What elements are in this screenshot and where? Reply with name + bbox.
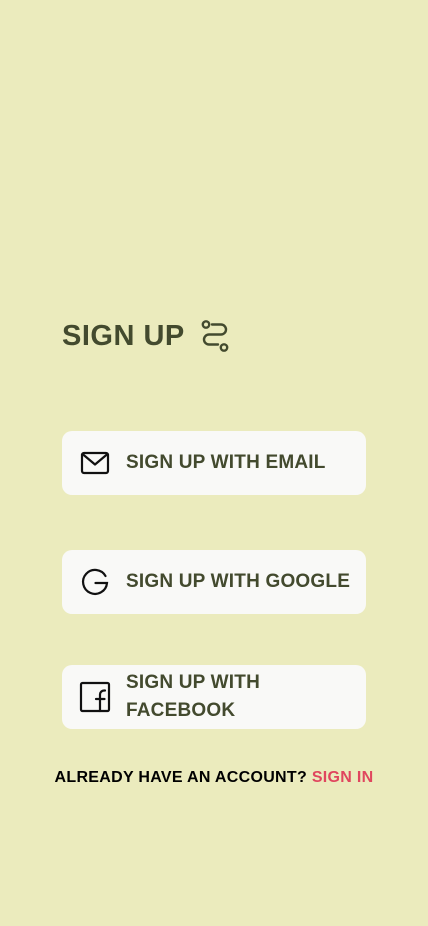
sign-up-google-button[interactable]: SIGN UP WITH GOOGLE bbox=[62, 550, 366, 614]
sign-up-google-label: SIGN UP WITH GOOGLE bbox=[126, 571, 351, 592]
sign-up-email-label: SIGN UP WITH EMAIL bbox=[126, 452, 326, 473]
facebook-icon bbox=[78, 680, 112, 714]
google-icon bbox=[78, 565, 112, 599]
sign-in-prompt-text: ALREADY HAVE AN ACCOUNT? bbox=[54, 769, 308, 786]
sign-up-email-button[interactable]: SIGN UP WITH EMAIL bbox=[62, 431, 366, 495]
header: SIGN UP bbox=[62, 316, 231, 356]
sign-up-facebook-button[interactable]: SIGN UP WITH FACEBOOK bbox=[62, 665, 366, 729]
mail-icon bbox=[78, 446, 112, 480]
route-icon bbox=[199, 318, 231, 354]
sign-up-facebook-label: SIGN UP WITH FACEBOOK bbox=[126, 672, 260, 721]
page-title: SIGN UP bbox=[62, 319, 185, 352]
sign-in-link[interactable]: SIGN IN bbox=[312, 769, 374, 786]
sign-in-prompt: ALREADY HAVE AN ACCOUNT? SIGN IN bbox=[0, 769, 428, 787]
